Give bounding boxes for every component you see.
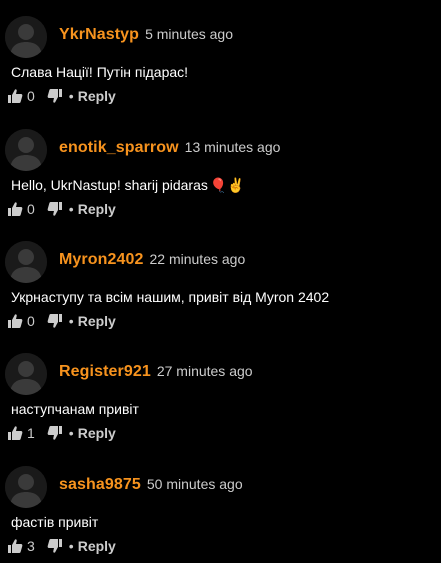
comment-text: Укрнаступу та всім нашим, привіт від Myr…: [11, 289, 331, 305]
comment-actions: 0 • Reply: [7, 311, 116, 331]
reply-button[interactable]: Reply: [78, 201, 116, 217]
thumbs-up-icon[interactable]: [7, 88, 23, 104]
comment-actions: 3 • Reply: [7, 536, 116, 556]
avatar[interactable]: [5, 466, 47, 508]
like-count: 0: [27, 201, 35, 217]
reply-button[interactable]: Reply: [78, 88, 116, 104]
like-count: 1: [27, 425, 35, 441]
comment-actions: 1 • Reply: [7, 423, 116, 443]
comment-item: enotik_sparrow 13 minutes ago Hello, Ukr…: [0, 113, 441, 226]
like-count: 0: [27, 313, 35, 329]
thumbs-down-icon[interactable]: [47, 201, 63, 217]
comment-text: Слава Нації! Путін підарас!: [11, 64, 190, 80]
separator-dot: •: [68, 538, 74, 554]
avatar[interactable]: [5, 129, 47, 171]
thumbs-up-icon[interactable]: [7, 425, 23, 441]
comment-text-content: Укрнаступу та всім нашим, привіт від Myr…: [11, 289, 330, 305]
thumbs-up-icon[interactable]: [7, 201, 23, 217]
comment-text: Hello, UkrNastup! sharij pidaras 🎈✌: [11, 177, 245, 194]
comment-emoji: 🎈✌: [209, 177, 245, 193]
user-silhouette-icon: [5, 353, 47, 395]
separator-dot: •: [68, 313, 74, 329]
comment-item: sasha9875 50 minutes ago фастів привіт 3…: [0, 450, 441, 563]
comment-item: Register921 27 minutes ago наступчанам п…: [0, 337, 441, 450]
comment-header: sasha9875 50 minutes ago: [59, 476, 243, 494]
avatar[interactable]: [5, 241, 47, 283]
username-link[interactable]: Myron2402: [59, 251, 144, 269]
user-silhouette-icon: [5, 129, 47, 171]
user-silhouette-icon: [5, 466, 47, 508]
comment-text: фастів привіт: [11, 514, 100, 530]
timestamp: 5 minutes ago: [145, 26, 234, 42]
comment-header: YkrNastyp 5 minutes ago: [59, 26, 233, 44]
user-silhouette-icon: [5, 241, 47, 283]
like-count: 3: [27, 538, 35, 554]
username-link[interactable]: enotik_sparrow: [59, 139, 179, 157]
separator-dot: •: [68, 201, 74, 217]
timestamp: 22 minutes ago: [149, 251, 246, 267]
avatar[interactable]: [5, 353, 47, 395]
comment-header: enotik_sparrow 13 minutes ago: [59, 139, 280, 157]
like-count: 0: [27, 88, 35, 104]
username-link[interactable]: Register921: [59, 363, 151, 381]
thumbs-down-icon[interactable]: [47, 538, 63, 554]
reply-button[interactable]: Reply: [78, 538, 116, 554]
comment-item: Myron2402 22 minutes ago Укрнаступу та в…: [0, 225, 441, 338]
timestamp: 13 minutes ago: [184, 139, 281, 155]
comment-text-content: наступчанам привіт: [11, 401, 139, 417]
timestamp: 50 minutes ago: [146, 476, 243, 492]
comment-text-content: Hello, UkrNastup! sharij pidaras: [11, 177, 208, 193]
comment-actions: 0 • Reply: [7, 86, 116, 106]
avatar[interactable]: [5, 16, 47, 58]
username-link[interactable]: YkrNastyp: [59, 26, 139, 44]
thumbs-down-icon[interactable]: [47, 313, 63, 329]
reply-button[interactable]: Reply: [78, 425, 116, 441]
comment-header: Myron2402 22 minutes ago: [59, 251, 245, 269]
thumbs-down-icon[interactable]: [47, 425, 63, 441]
comment-text: наступчанам привіт: [11, 401, 141, 417]
comment-header: Register921 27 minutes ago: [59, 363, 253, 381]
user-silhouette-icon: [5, 16, 47, 58]
separator-dot: •: [68, 88, 74, 104]
reply-button[interactable]: Reply: [78, 313, 116, 329]
comment-item: YkrNastyp 5 minutes ago Слава Нації! Пут…: [0, 0, 441, 113]
thumbs-down-icon[interactable]: [47, 88, 63, 104]
comment-actions: 0 • Reply: [7, 199, 116, 219]
thumbs-up-icon[interactable]: [7, 313, 23, 329]
comment-text-content: Слава Нації! Путін підарас!: [11, 64, 189, 80]
username-link[interactable]: sasha9875: [59, 476, 141, 494]
separator-dot: •: [68, 425, 74, 441]
thumbs-up-icon[interactable]: [7, 538, 23, 554]
comment-text-content: фастів привіт: [11, 514, 99, 530]
timestamp: 27 minutes ago: [156, 363, 253, 379]
